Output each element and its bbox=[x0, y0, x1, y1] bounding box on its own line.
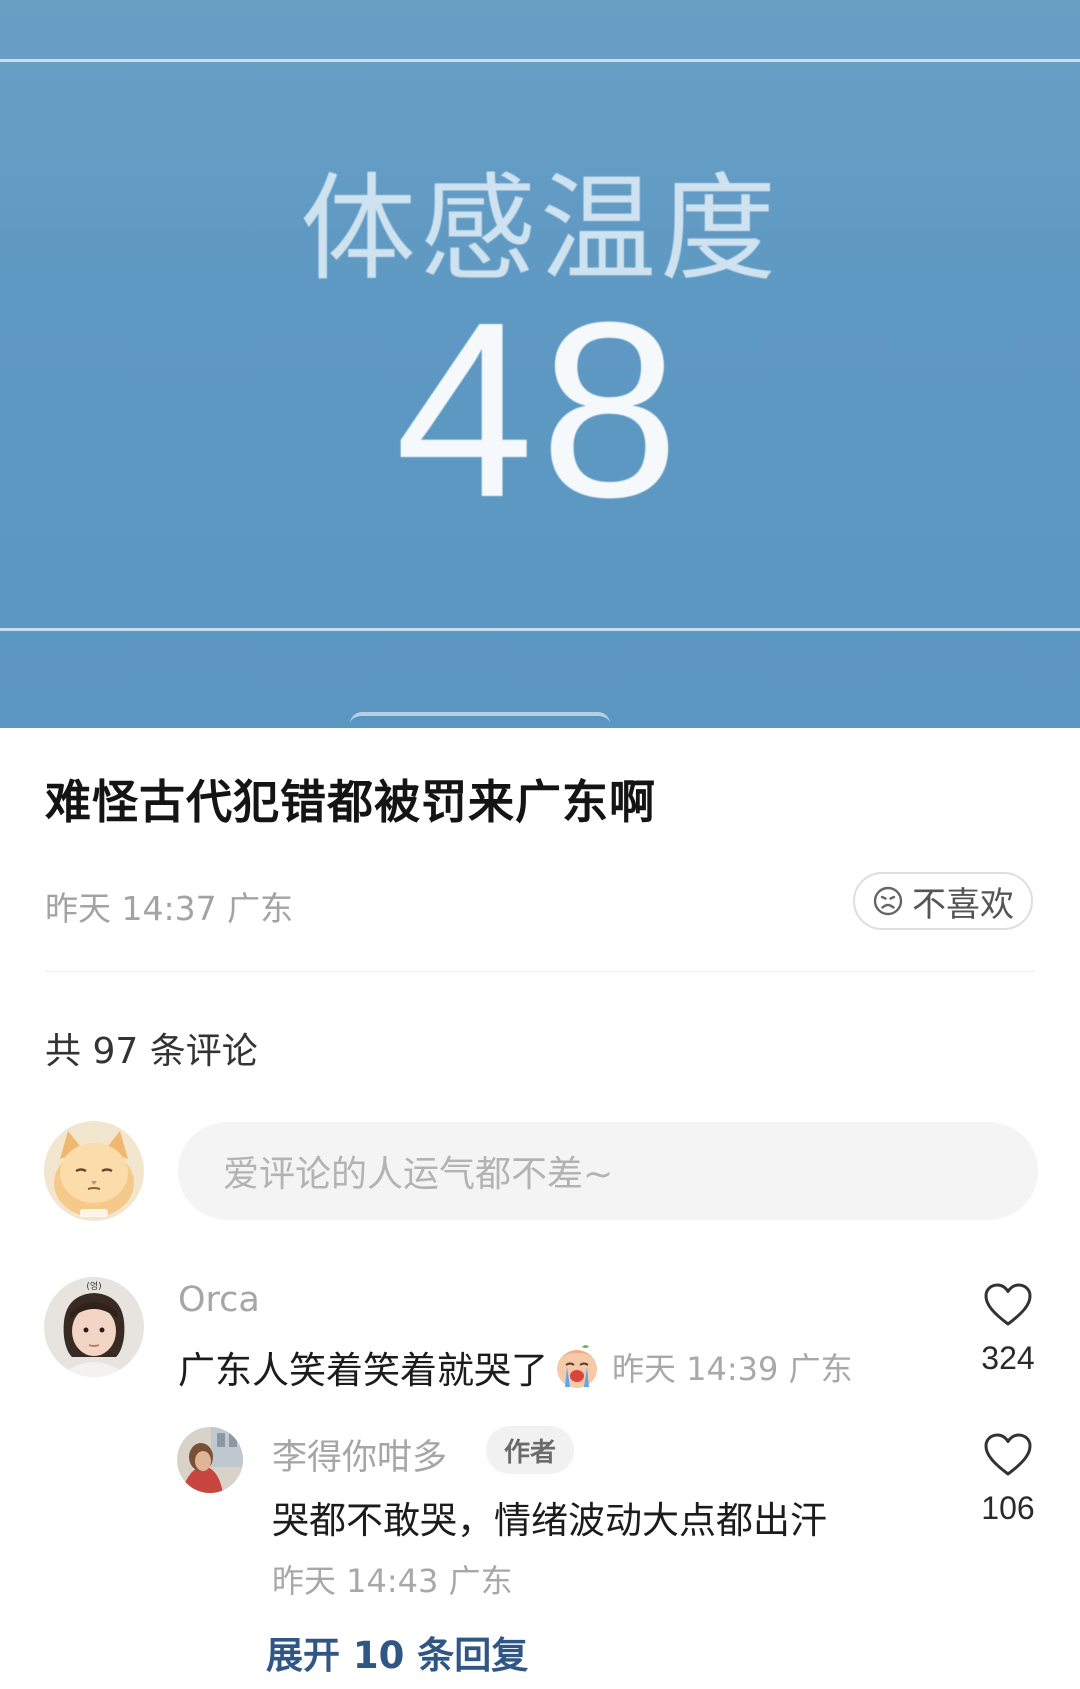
reply-time: 昨天 14:43 bbox=[272, 1562, 439, 1600]
post-time: 昨天 14:37 bbox=[45, 889, 217, 928]
comment-meta: 昨天 14:39 广东 bbox=[612, 1344, 853, 1390]
like-count: 324 bbox=[981, 1340, 1035, 1376]
reply-author-name[interactable]: 李得你咁多 bbox=[272, 1429, 447, 1480]
comment-location: 广东 bbox=[788, 1350, 853, 1388]
dislike-label: 不喜欢 bbox=[912, 884, 1014, 925]
image-divider-bottom bbox=[0, 628, 1080, 631]
comment-text: 广东人笑着笑着就哭了 bbox=[178, 1349, 548, 1392]
image-cropped-text bbox=[350, 712, 610, 728]
svg-text:(엉): (엉) bbox=[86, 1280, 101, 1292]
reply-like-button[interactable]: 106 bbox=[968, 1432, 1048, 1527]
reply-text[interactable]: 哭都不敢哭，情绪波动大点都出汗 bbox=[272, 1490, 827, 1544]
post-meta: 昨天 14:37 广东 bbox=[45, 882, 293, 930]
heart-icon bbox=[984, 1283, 1032, 1326]
reply-avatar[interactable] bbox=[177, 1427, 243, 1493]
reply-location: 广东 bbox=[448, 1562, 513, 1600]
sad-face-icon bbox=[873, 886, 903, 916]
comment-time: 昨天 14:39 bbox=[612, 1350, 779, 1388]
feels-like-value: 48 bbox=[394, 270, 686, 549]
comment-count: 共 97 条评论 bbox=[45, 1031, 258, 1072]
cat-avatar-image bbox=[44, 1121, 144, 1221]
commenter-avatar[interactable]: (엉) bbox=[44, 1277, 144, 1377]
image-divider-top bbox=[0, 59, 1080, 62]
reply-meta: 昨天 14:43 广东 bbox=[272, 1556, 513, 1602]
author-badge: 作者 bbox=[486, 1426, 575, 1474]
post-location: 广东 bbox=[227, 889, 294, 928]
girl-avatar-image: (엉) bbox=[44, 1277, 144, 1377]
comment-body[interactable]: 广东人笑着笑着就哭了 昨天 14:39 广东 bbox=[178, 1340, 853, 1394]
crying-baby-emoji bbox=[557, 1345, 597, 1388]
post-title: 难怪古代犯错都被罚来广东啊 bbox=[45, 775, 656, 829]
expand-replies-link[interactable]: 展开 10 条回复 bbox=[266, 1625, 528, 1679]
author-avatar-image bbox=[177, 1427, 243, 1493]
comment-input[interactable]: 爱评论的人运气都不差~ bbox=[178, 1122, 1038, 1220]
section-divider bbox=[45, 971, 1035, 972]
my-avatar[interactable] bbox=[44, 1121, 144, 1221]
post-image[interactable]: 体感温度 48 bbox=[0, 0, 1080, 728]
dislike-button[interactable]: 不喜欢 bbox=[853, 872, 1033, 930]
like-button[interactable]: 324 bbox=[968, 1282, 1048, 1377]
heart-icon bbox=[984, 1433, 1032, 1476]
reply-like-count: 106 bbox=[981, 1490, 1035, 1526]
commenter-name[interactable]: Orca bbox=[178, 1280, 260, 1320]
